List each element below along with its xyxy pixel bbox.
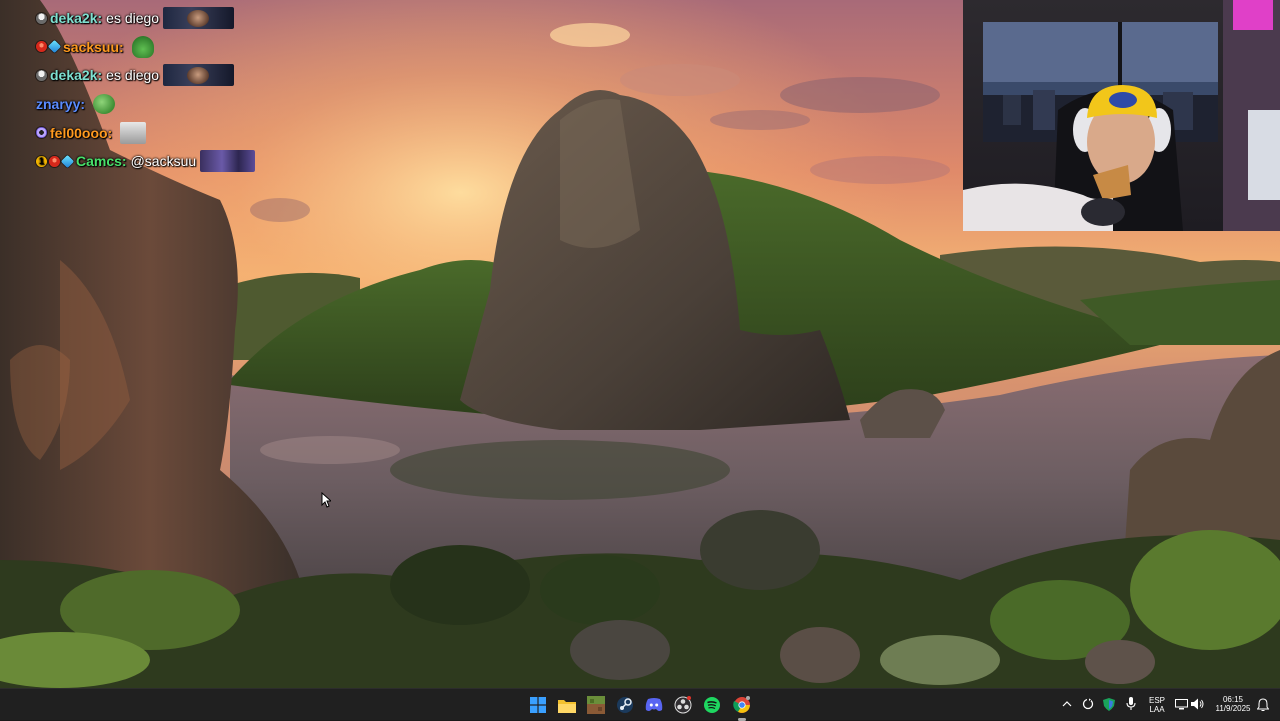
webcam-feed-image: [963, 0, 1280, 231]
taskbar: ESP LAA 06:15 11/9/2025: [0, 688, 1280, 721]
chat-username: fel00ooo: [50, 124, 108, 141]
chat-username: sacksuu: [63, 38, 120, 55]
chat-username: Camcs: [76, 153, 122, 170]
network-icon[interactable]: [1174, 697, 1188, 711]
clock-time: 06:15: [1222, 695, 1244, 704]
minecraft-icon: [587, 696, 605, 714]
frog-emote-icon: [131, 35, 154, 58]
moderator-badge-icon: [36, 12, 47, 24]
chat-text: es diego: [106, 67, 160, 84]
chat-username: deka2k: [50, 10, 98, 27]
language-indicator[interactable]: ESP LAA: [1146, 696, 1168, 714]
pepe-emote-icon: [93, 94, 116, 115]
chat-message: znaryy:: [36, 90, 296, 119]
discord-app[interactable]: [642, 693, 666, 717]
start-button[interactable]: [526, 693, 550, 717]
chat-text: es diego: [106, 10, 160, 27]
chat-username: deka2k: [50, 67, 98, 84]
chat-message: fel00ooo:: [36, 118, 296, 147]
file-explorer-app[interactable]: [555, 693, 579, 717]
group-emote-icon: [200, 150, 256, 173]
chat-message: 1 Camcs: @sacksuu: [36, 147, 296, 176]
chat-message: deka2k: es diego: [36, 4, 296, 33]
language-code: ESP: [1148, 696, 1165, 705]
stream-chat-overlay: deka2k: es diego sacksuu: deka2k: es die…: [36, 4, 296, 176]
number-one-badge-icon: 1: [36, 155, 47, 167]
folder-icon: [558, 699, 576, 713]
red-badge-icon: [36, 41, 47, 53]
notification-bell-icon[interactable]: [1256, 697, 1270, 711]
obs-icon: [674, 696, 692, 714]
microphone-icon[interactable]: [1124, 697, 1138, 711]
chat-colon: :: [97, 67, 103, 84]
steam-icon: [617, 697, 633, 713]
chrome-icon: [733, 696, 750, 713]
steam-app[interactable]: [613, 693, 637, 717]
spotify-icon: [704, 697, 720, 713]
chat-message: sacksuu:: [36, 33, 296, 62]
security-shield-icon[interactable]: [1102, 697, 1116, 711]
minecraft-app[interactable]: [584, 693, 608, 717]
discord-icon: [645, 698, 663, 711]
meme-emote-icon: [120, 121, 147, 144]
keyboard-layout-code: LAA: [1149, 705, 1165, 714]
webcam-overlay: [963, 0, 1280, 231]
moderator-badge-icon: [36, 69, 47, 81]
face-emote-icon: [163, 64, 235, 87]
chrome-app[interactable]: [730, 693, 754, 721]
sync-icon[interactable]: [1081, 697, 1095, 711]
face-emote-icon: [163, 7, 235, 30]
red-badge-icon: [49, 155, 60, 167]
chat-colon: :: [80, 96, 86, 113]
chat-colon: :: [119, 38, 124, 55]
chat-colon: :: [107, 124, 113, 141]
clock[interactable]: 06:15 11/9/2025: [1208, 695, 1258, 713]
chat-message: deka2k: es diego: [36, 61, 296, 90]
mouse-cursor-icon: [321, 492, 331, 508]
obs-app[interactable]: [671, 693, 695, 717]
chat-colon: :: [97, 10, 103, 27]
chat-username: znaryy: [36, 96, 81, 113]
spotify-app[interactable]: [700, 693, 724, 717]
cube-badge-icon: [47, 40, 62, 54]
chat-text: @sacksuu: [130, 153, 197, 170]
windows-icon: [530, 697, 546, 713]
cube-badge-icon: [60, 154, 75, 168]
volume-speaker-icon[interactable]: [1190, 697, 1204, 711]
chat-colon: :: [121, 153, 127, 170]
clock-date: 11/9/2025: [1215, 704, 1251, 713]
show-hidden-icons-chevron-up-icon[interactable]: [1060, 697, 1074, 711]
ring-badge-icon: [36, 127, 47, 139]
